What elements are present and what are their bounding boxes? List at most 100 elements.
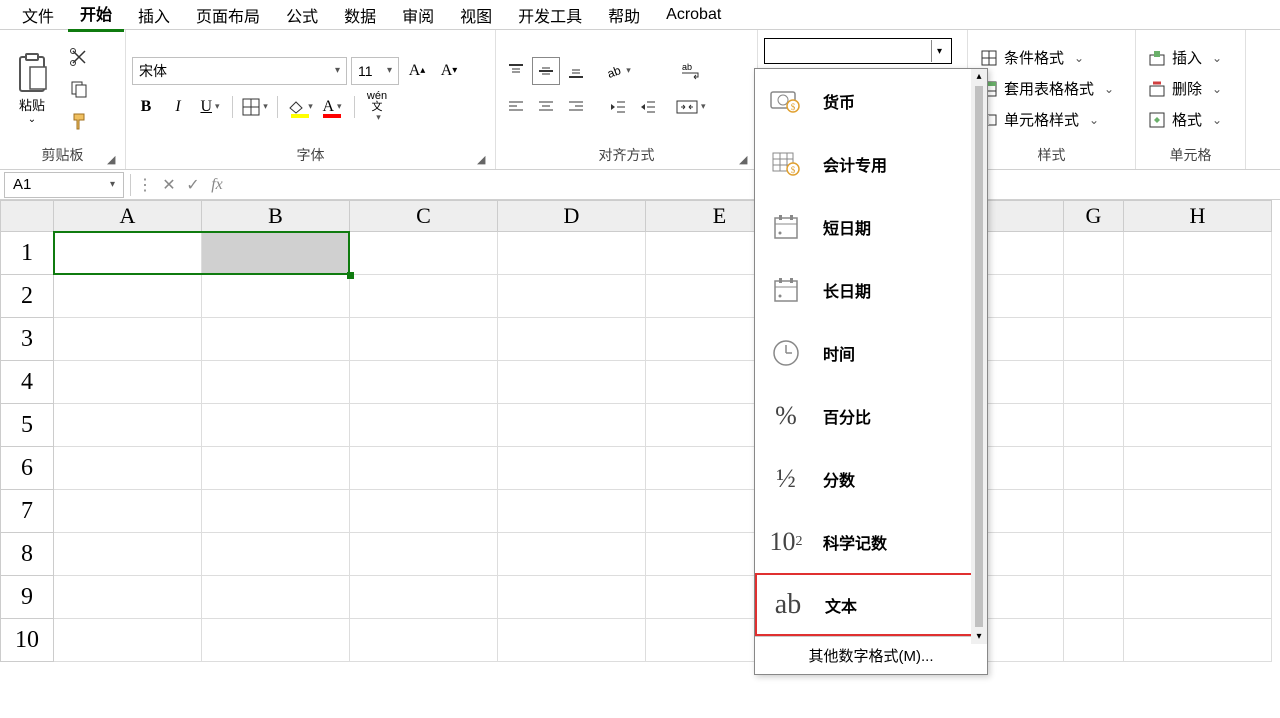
cell[interactable] <box>54 576 202 619</box>
cell[interactable] <box>350 318 498 361</box>
cell[interactable] <box>54 361 202 404</box>
decrease-font-button[interactable]: A▾ <box>435 57 463 85</box>
column-header[interactable]: G <box>1064 200 1124 232</box>
format-text[interactable]: ab 文本 <box>755 573 987 636</box>
cell[interactable] <box>1064 361 1124 404</box>
cell[interactable] <box>498 447 646 490</box>
column-header[interactable]: H <box>1124 200 1272 232</box>
cell[interactable] <box>1064 490 1124 533</box>
cell[interactable] <box>202 619 350 662</box>
cell[interactable] <box>350 275 498 318</box>
phonetic-button[interactable]: wén文 <box>363 93 391 121</box>
cell[interactable] <box>498 619 646 662</box>
cell[interactable] <box>202 361 350 404</box>
row-header[interactable]: 2 <box>0 275 54 318</box>
paste-button[interactable]: 粘贴 ⌄ <box>6 51 58 127</box>
cell[interactable] <box>202 576 350 619</box>
cell[interactable] <box>498 490 646 533</box>
cell[interactable] <box>202 533 350 576</box>
font-size-combo[interactable]: 11▾ <box>351 57 399 85</box>
cell[interactable] <box>498 533 646 576</box>
font-color-button[interactable]: A <box>318 93 346 121</box>
format-long-date[interactable]: 长日期 <box>755 258 987 321</box>
wrap-text-button[interactable]: ab <box>676 57 706 85</box>
font-launcher[interactable]: ◢ <box>477 153 491 167</box>
cell[interactable] <box>54 275 202 318</box>
column-header[interactable]: B <box>202 200 350 232</box>
column-header[interactable]: C <box>350 200 498 232</box>
cell[interactable] <box>1064 404 1124 447</box>
cut-button[interactable] <box>66 44 92 70</box>
name-box[interactable]: A1▾ <box>4 172 124 198</box>
align-right-button[interactable] <box>562 93 590 121</box>
format-short-date[interactable]: 短日期 <box>755 195 987 258</box>
row-header[interactable]: 1 <box>0 232 54 275</box>
alignment-launcher[interactable]: ◢ <box>739 153 753 167</box>
cancel-formula-button[interactable]: ✕ <box>157 173 181 197</box>
font-name-combo[interactable]: 宋体▾ <box>132 57 347 85</box>
decrease-indent-button[interactable] <box>604 93 632 121</box>
underline-button[interactable]: U <box>196 93 224 121</box>
cell[interactable] <box>1124 490 1272 533</box>
orientation-button[interactable]: ab <box>604 57 632 85</box>
menu-page-layout[interactable]: 页面布局 <box>184 0 272 31</box>
cell[interactable] <box>350 404 498 447</box>
more-number-formats[interactable]: 其他数字格式(M)... <box>755 636 987 674</box>
cell[interactable] <box>1124 533 1272 576</box>
cell[interactable] <box>498 404 646 447</box>
align-bottom-button[interactable] <box>562 57 590 85</box>
fx-button[interactable]: fx <box>205 173 229 197</box>
cell[interactable] <box>1064 619 1124 662</box>
clipboard-launcher[interactable]: ◢ <box>107 153 121 167</box>
cell[interactable] <box>54 232 202 275</box>
cell[interactable] <box>1124 275 1272 318</box>
cell[interactable] <box>202 275 350 318</box>
cell[interactable] <box>498 318 646 361</box>
format-fraction[interactable]: ½ 分数 <box>755 447 987 510</box>
format-time[interactable]: 时间 <box>755 321 987 384</box>
cell[interactable] <box>1124 232 1272 275</box>
bold-button[interactable]: B <box>132 93 160 121</box>
row-header[interactable]: 7 <box>0 490 54 533</box>
cell[interactable] <box>1124 361 1272 404</box>
cell[interactable] <box>498 361 646 404</box>
cell[interactable] <box>1124 318 1272 361</box>
cell[interactable] <box>1064 447 1124 490</box>
cell[interactable] <box>202 404 350 447</box>
cell[interactable] <box>202 318 350 361</box>
scroll-up-icon[interactable]: ▴ <box>976 69 981 84</box>
cell[interactable] <box>498 232 646 275</box>
cell[interactable] <box>1124 619 1272 662</box>
menu-file[interactable]: 文件 <box>10 0 66 31</box>
format-scientific[interactable]: 102 科学记数 <box>755 510 987 573</box>
menu-data[interactable]: 数据 <box>332 0 388 31</box>
format-cells-button[interactable]: 格式 <box>1142 107 1228 132</box>
delete-cells-button[interactable]: 删除 <box>1142 76 1228 101</box>
cell[interactable] <box>350 361 498 404</box>
cell[interactable] <box>202 447 350 490</box>
cell[interactable] <box>350 576 498 619</box>
row-header[interactable]: 10 <box>0 619 54 662</box>
cell[interactable] <box>54 533 202 576</box>
align-left-button[interactable] <box>502 93 530 121</box>
increase-font-button[interactable]: A▴ <box>403 57 431 85</box>
menu-home[interactable]: 开始 <box>68 0 124 32</box>
cell[interactable] <box>350 619 498 662</box>
cell-styles-button[interactable]: 单元格样式 <box>974 107 1120 132</box>
fill-color-button[interactable] <box>286 93 314 121</box>
cell[interactable] <box>1124 576 1272 619</box>
cell[interactable] <box>202 490 350 533</box>
cell[interactable] <box>1064 576 1124 619</box>
cells-area[interactable]: // placeholder; actual cells drawn below… <box>54 232 1272 662</box>
format-accounting[interactable]: $ 会计专用 <box>755 132 987 195</box>
borders-button[interactable] <box>241 93 269 121</box>
format-percentage[interactable]: % 百分比 <box>755 384 987 447</box>
cell[interactable] <box>498 576 646 619</box>
confirm-formula-button[interactable]: ✓ <box>181 173 205 197</box>
format-currency[interactable]: $ 货币 <box>755 69 987 132</box>
cell[interactable] <box>1064 232 1124 275</box>
conditional-formatting-button[interactable]: 条件格式 <box>974 45 1120 70</box>
row-header[interactable]: 6 <box>0 447 54 490</box>
cell[interactable] <box>54 447 202 490</box>
cell[interactable] <box>54 404 202 447</box>
